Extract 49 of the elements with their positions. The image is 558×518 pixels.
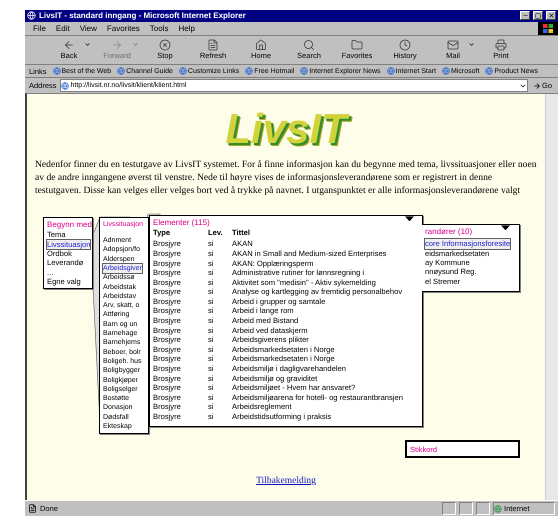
arrow-right-icon <box>111 39 123 52</box>
search-icon <box>303 39 315 52</box>
minimize-button[interactable] <box>520 11 530 20</box>
menu-item[interactable]: View <box>80 24 97 33</box>
globe-icon <box>117 67 126 76</box>
caret-icon <box>132 40 139 48</box>
status-pane <box>476 502 490 516</box>
panel-title: randører (10) <box>425 227 472 238</box>
globe-icon <box>60 82 69 90</box>
close-button[interactable] <box>546 11 556 20</box>
printer-icon <box>495 39 507 52</box>
globe-icon <box>494 504 502 513</box>
browser-icon <box>27 11 36 20</box>
clock-icon <box>399 39 411 52</box>
arrow-right-icon <box>532 82 541 90</box>
close-icon <box>548 12 554 20</box>
maximize-icon <box>535 12 541 19</box>
menu-item[interactable]: File <box>33 24 46 33</box>
panel-title: Begynn med <box>47 220 92 230</box>
panel-title: Elementer (115) <box>153 218 210 228</box>
globe-icon <box>300 67 308 76</box>
globe-icon <box>485 67 494 76</box>
mail-icon <box>447 39 459 52</box>
globe-icon <box>442 67 450 76</box>
menu-item[interactable]: Edit <box>56 24 70 33</box>
home-icon <box>255 39 267 52</box>
menu-item[interactable]: Tools <box>150 24 168 33</box>
folder-icon <box>351 39 363 52</box>
caret-icon <box>468 40 475 48</box>
stop-icon <box>159 39 171 52</box>
feedback-link[interactable]: Tilbakemelding <box>256 476 316 486</box>
intro-paragraph: Nedenfor finner du en testutgave av LivsIT systemet. For å finne informasjon kan du begynne med tema, livssituasjoner eller noen av de andre inngangene øverst til venstre. Nede til høyre vises de informasjonsleverandørene som er registrert in denne testutgaven. Disse kan velges eller velges bort ved å trykke på navnet. I utganspunktet er alle informasjonsleverandørene valgt <box>35 158 537 198</box>
scrollbar[interactable] <box>545 94 558 500</box>
windows-logo <box>538 22 558 35</box>
arrow-left-icon <box>63 39 75 52</box>
maximize-button[interactable] <box>533 11 543 20</box>
status-pane <box>459 502 473 516</box>
status-pane <box>442 502 456 516</box>
globe-icon <box>52 67 61 76</box>
page-icon <box>28 504 37 514</box>
menu-item[interactable]: Favorites <box>106 24 140 33</box>
globe-icon <box>178 67 187 76</box>
globe-icon <box>245 67 254 76</box>
caret-icon <box>84 40 91 48</box>
globe-icon <box>386 67 395 76</box>
menu-item[interactable]: Help <box>178 24 195 33</box>
refresh-icon <box>207 39 219 52</box>
logo: LivsIT <box>225 106 347 152</box>
window-title: LivsIT - standard inngang - Microsoft Internet Explorer <box>39 11 247 20</box>
